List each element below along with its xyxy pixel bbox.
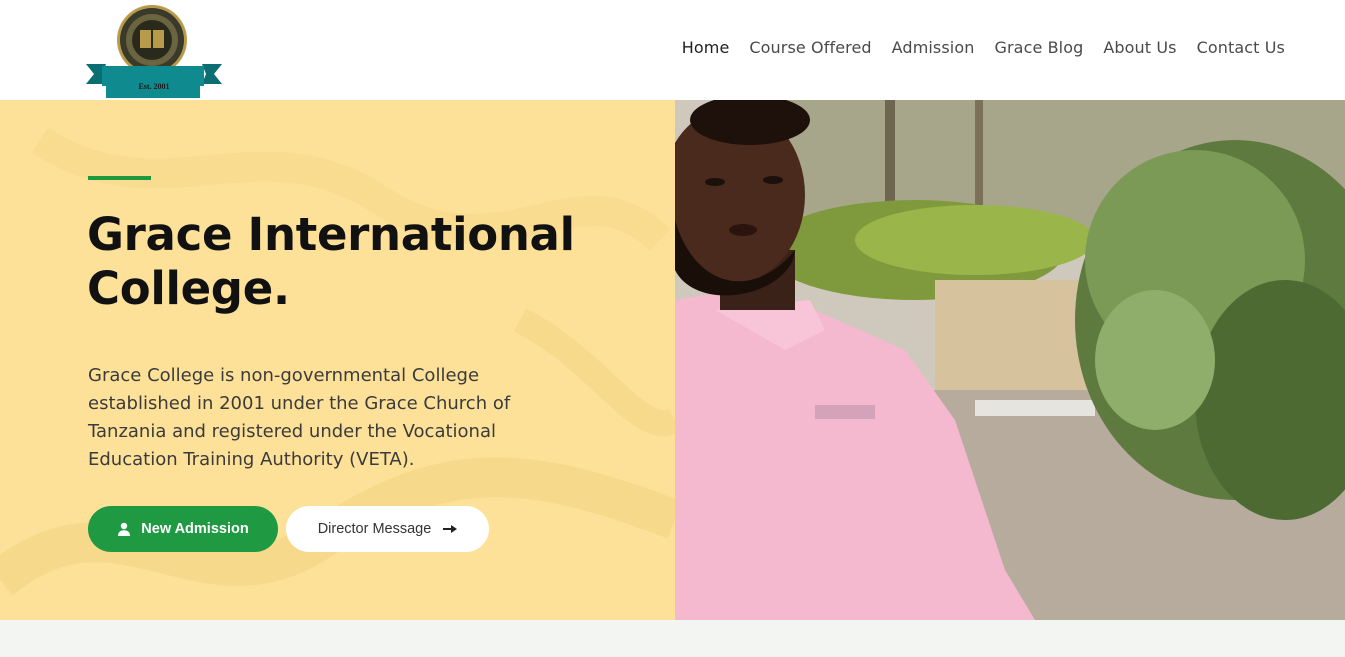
site-header: Est. 2001 Home Course Offered Admission … (0, 0, 1345, 100)
director-photo (675, 100, 1345, 620)
new-admission-label: New Admission (141, 521, 249, 537)
next-section-strip (0, 620, 1345, 657)
nav-course-offered[interactable]: Course Offered (749, 38, 871, 57)
nav-about-us[interactable]: About Us (1103, 38, 1176, 57)
logo-established-text: Est. 2001 (138, 82, 170, 91)
hero-description: Grace College is non-governmental Colleg… (88, 365, 511, 470)
new-admission-button[interactable]: New Admission (88, 506, 278, 552)
arrow-right-icon (443, 525, 458, 533)
director-message-label: Director Message (317, 521, 432, 537)
hero-title: Grace International College. (87, 208, 627, 316)
nav-admission[interactable]: Admission (892, 38, 975, 57)
nav-home[interactable]: Home (682, 38, 730, 57)
hero-title-line-1: Grace International (87, 208, 575, 261)
college-logo[interactable]: Est. 2001 (84, 2, 224, 100)
nav-grace-blog[interactable]: Grace Blog (994, 38, 1083, 57)
accent-line (88, 176, 151, 180)
director-message-button[interactable]: Director Message (286, 506, 489, 552)
nav-contact-us[interactable]: Contact Us (1197, 38, 1285, 57)
hero-title-line-2: College. (87, 262, 290, 315)
hero-photo (675, 100, 1345, 620)
hero-text-panel: Grace International College. Grace Colle… (0, 100, 675, 620)
user-icon (118, 522, 131, 536)
main-navigation: Home Course Offered Admission Grace Blog… (662, 38, 1285, 57)
